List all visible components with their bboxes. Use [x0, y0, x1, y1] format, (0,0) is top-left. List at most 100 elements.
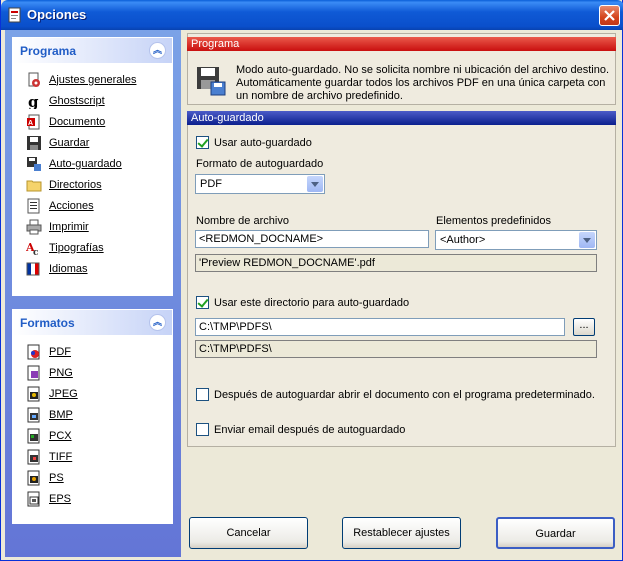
nav-item-label: Auto-guardado	[49, 157, 122, 170]
nav-item-guardar[interactable]: Guardar	[13, 132, 172, 153]
title-bar[interactable]: Opciones	[1, 0, 623, 30]
nav-item-label: TIFF	[49, 450, 73, 463]
formatos-group-header[interactable]: Formatos ︽	[13, 310, 172, 335]
floppy-icon	[27, 135, 41, 150]
autosave-large-icon	[197, 67, 226, 96]
format-label: Formato de autoguardado	[196, 158, 324, 170]
nav-item-label: Acciones	[49, 199, 94, 212]
autosave-icon	[27, 156, 41, 171]
nav-item-label: Ajustes generales	[49, 73, 137, 86]
pcx-file-icon	[27, 428, 40, 443]
programa-group-title: Programa	[20, 44, 77, 58]
nav-item-label: Idiomas	[49, 262, 88, 275]
tiff-file-icon	[27, 449, 40, 464]
nav-item-label: Directorios	[49, 178, 102, 191]
checkbox-box[interactable]	[196, 423, 209, 436]
close-button[interactable]	[599, 5, 620, 26]
window-title: Opciones	[27, 7, 87, 22]
use-directory-label: Usar este directorio para auto-guardado	[214, 296, 410, 309]
nav-item-label: Ghostscript	[49, 94, 105, 107]
collapse-icon[interactable]: ︽	[149, 42, 166, 59]
formatos-group-title: Formatos	[20, 316, 75, 330]
nav-item-jpeg[interactable]: JPEG	[13, 383, 172, 404]
filename-input[interactable]: <REDMON_DOCNAME>	[195, 230, 429, 248]
nav-item-pdf[interactable]: PDF	[13, 341, 172, 362]
directory-input[interactable]: C:\TMP\PDFS\	[195, 318, 565, 336]
nav-item-label: PCX	[49, 429, 72, 442]
svg-text:c: c	[33, 248, 39, 256]
cancel-button[interactable]: Cancelar	[189, 517, 308, 549]
nav-item-ps[interactable]: PS	[13, 467, 172, 488]
nav-item-tiff[interactable]: TIFF	[13, 446, 172, 467]
options-window: Opciones Programa ︽ Ajustes generales g …	[0, 0, 623, 561]
tokens-select-value: <Author>	[440, 234, 486, 246]
filename-preview: 'Preview REDMON_DOCNAME'.pdf	[195, 254, 597, 272]
use-directory-checkbox[interactable]: Usar este directorio para auto-guardado	[196, 296, 409, 309]
nav-item-imprimir[interactable]: Imprimir	[13, 216, 172, 237]
nav-item-pcx[interactable]: PCX	[13, 425, 172, 446]
nav-item-label: PS	[49, 471, 64, 484]
filename-label: Nombre de archivo	[196, 215, 289, 227]
chevron-down-icon[interactable]	[579, 232, 595, 248]
send-email-checkbox[interactable]: Enviar email después de autoguardado	[196, 423, 405, 436]
close-icon	[604, 10, 615, 21]
document-icon: A	[27, 114, 40, 129]
tokens-select[interactable]: <Author>	[435, 230, 597, 250]
use-autosave-label: Usar auto-guardado	[214, 136, 312, 149]
checkbox-box[interactable]	[196, 296, 209, 309]
tokens-label: Elementos predefinidos	[436, 215, 551, 227]
app-icon	[8, 7, 21, 23]
nav-item-eps[interactable]: EPS	[13, 488, 172, 509]
languages-icon	[26, 262, 40, 275]
nav-item-label: Imprimir	[49, 220, 89, 233]
nav-item-tipografias[interactable]: Ac Tipografías	[13, 237, 172, 258]
reset-button[interactable]: Restablecer ajustes	[342, 517, 461, 549]
pdf-file-icon	[27, 344, 40, 359]
ps-file-icon	[27, 470, 40, 485]
autosave-section-header: Auto-guardado	[187, 111, 616, 125]
browse-button[interactable]: ...	[573, 318, 595, 336]
nav-item-idiomas[interactable]: Idiomas	[13, 258, 172, 279]
nav-item-label: Guardar	[49, 136, 90, 149]
nav-item-directorios[interactable]: Directorios	[13, 174, 172, 195]
nav-item-ajustes-generales[interactable]: Ajustes generales	[13, 69, 172, 90]
use-autosave-checkbox[interactable]: Usar auto-guardado	[196, 136, 312, 149]
nav-item-auto-guardado[interactable]: Auto-guardado	[13, 153, 172, 174]
programa-section-header: Programa	[187, 37, 616, 51]
format-select-value: PDF	[200, 178, 222, 190]
checkbox-box[interactable]	[196, 388, 209, 401]
open-after-checkbox[interactable]: Después de autoguardar abrir el document…	[196, 388, 595, 401]
chevron-down-icon[interactable]	[307, 176, 323, 192]
open-after-label: Después de autoguardar abrir el document…	[214, 388, 595, 401]
nav-item-png[interactable]: PNG	[13, 362, 172, 383]
navigation-pane: Programa ︽ Ajustes generales g Ghostscri…	[5, 30, 181, 557]
checkbox-box[interactable]	[196, 136, 209, 149]
ghostscript-icon: g	[28, 93, 39, 109]
jpeg-file-icon	[27, 386, 40, 401]
nav-item-label: Tipografías	[49, 241, 104, 254]
save-button[interactable]: Guardar	[496, 517, 615, 549]
nav-item-label: BMP	[49, 408, 73, 421]
eps-file-icon	[27, 491, 40, 506]
nav-item-label: PNG	[49, 366, 73, 379]
nav-item-label: Documento	[49, 115, 106, 128]
programa-group: Programa ︽ Ajustes generales g Ghostscri…	[12, 37, 173, 296]
printer-icon	[26, 219, 42, 234]
svg-text:g: g	[28, 93, 39, 109]
png-file-icon	[27, 365, 40, 380]
directory-preview: C:\TMP\PDFS\	[195, 340, 597, 358]
nav-item-bmp[interactable]: BMP	[13, 404, 172, 425]
nav-item-ghostscript[interactable]: g Ghostscript	[13, 90, 172, 111]
bmp-file-icon	[27, 407, 40, 422]
nav-item-documento[interactable]: A Documento	[13, 111, 172, 132]
collapse-icon[interactable]: ︽	[149, 314, 166, 331]
nav-item-label: JPEG	[49, 387, 78, 400]
nav-item-acciones[interactable]: Acciones	[13, 195, 172, 216]
formatos-group: Formatos ︽ PDF PNG JPEG BMP PCX TIFF PS …	[12, 309, 173, 524]
send-email-label: Enviar email después de autoguardado	[214, 423, 406, 436]
format-select[interactable]: PDF	[195, 174, 325, 194]
nav-item-label: EPS	[49, 492, 72, 505]
settings-icon	[28, 72, 40, 87]
autosave-description: Modo auto-guardado. No se solicita nombr…	[236, 64, 609, 102]
programa-group-header[interactable]: Programa ︽	[13, 38, 172, 63]
